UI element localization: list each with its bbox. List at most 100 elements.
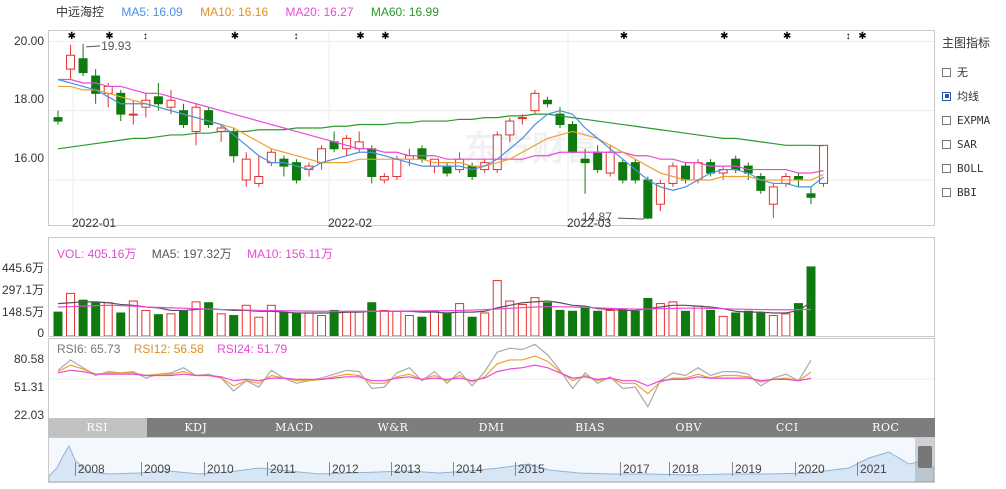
volume-bar <box>768 315 778 336</box>
candle-body <box>806 193 816 198</box>
vol-tick-1: 445.6万 <box>1 261 44 275</box>
candle-body <box>392 158 402 178</box>
stock-name: 中远海控 <box>56 5 105 19</box>
candle-body <box>241 158 251 181</box>
volume-bar <box>568 310 578 336</box>
vol-tick-4: 0 <box>37 326 44 340</box>
checkbox-none[interactable] <box>942 67 951 77</box>
candle-body <box>643 179 653 219</box>
event-marker: ✱ <box>858 31 866 42</box>
event-marker: ↕ <box>293 31 298 42</box>
checkbox-boll[interactable] <box>942 163 951 173</box>
candle-body <box>706 162 716 174</box>
candle-body <box>731 158 741 171</box>
volume-bar <box>530 297 540 336</box>
tab-bias[interactable]: BIAS <box>541 418 640 437</box>
candle-body <box>693 162 703 181</box>
indicator-none[interactable]: 无 <box>938 60 1006 84</box>
volume-bar <box>781 313 791 336</box>
year-label: 2013 <box>391 462 421 476</box>
candle-body <box>254 176 264 184</box>
ma20-line <box>58 78 824 174</box>
high-arrow <box>86 45 101 48</box>
candle-body <box>618 162 628 181</box>
candle-body <box>605 151 615 174</box>
checkbox-sar[interactable] <box>942 139 951 149</box>
volume-bar <box>166 313 176 336</box>
x-label-feb: 2022-02 <box>328 216 373 230</box>
volume-bar <box>304 312 314 336</box>
volume-bar <box>706 309 716 336</box>
volume-bar <box>756 312 766 336</box>
candle-body <box>819 144 829 184</box>
indicator-panel-title: 主图指标 <box>942 36 991 50</box>
event-marker: ✱ <box>720 31 728 42</box>
year-label: 2012 <box>329 462 359 476</box>
tab-rsi[interactable]: RSI <box>48 418 147 437</box>
event-marker: ↕ <box>846 31 851 42</box>
candle-body <box>53 117 63 122</box>
volume-bar <box>367 302 377 336</box>
volume-bar <box>605 309 615 336</box>
checkbox-ma[interactable] <box>942 91 951 101</box>
tab-dmi[interactable]: DMI <box>442 418 541 437</box>
year-label: 2018 <box>669 462 699 476</box>
indicator-sar[interactable]: SAR <box>938 132 1006 156</box>
checkbox-expma[interactable] <box>942 115 951 125</box>
tab-roc[interactable]: ROC <box>837 418 936 437</box>
candle-body <box>442 165 452 174</box>
candle-body <box>530 92 540 112</box>
candle-body <box>455 158 465 171</box>
candle-body <box>768 186 778 205</box>
volume-bar <box>555 309 565 336</box>
candlestick-chart[interactable]: 东方财富 ✱ ✱ ↕ ✱ ↕ ✱ ✱ ✱ ✱ ✱ ↕ ✱ 19.93 14.87 <box>48 30 935 226</box>
tab-wr[interactable]: W&R <box>344 418 443 437</box>
volume-svg <box>53 266 816 336</box>
checkbox-bbi[interactable] <box>942 187 951 197</box>
indicator-expma[interactable]: EXPMA <box>938 108 1006 132</box>
candle-body <box>542 99 552 105</box>
candle-body <box>492 134 502 171</box>
volume-bar <box>643 297 653 336</box>
volume-chart[interactable]: VOL: 405.16万 MA5: 197.32万 MA10: 156.11万 <box>48 237 935 337</box>
tab-obv[interactable]: OBV <box>639 418 738 437</box>
range-navigator[interactable]: 2008 2009 2010 2011 2012 2013 2014 2015 2017 2018… <box>48 437 935 483</box>
volume-bar <box>53 311 63 336</box>
volume-bar <box>517 303 527 336</box>
x-label-mar: 2022-03 <box>567 216 612 230</box>
volume-bar <box>116 312 126 336</box>
indicator-boll[interactable]: BOLL <box>938 156 1006 180</box>
volume-bar <box>580 307 590 336</box>
tab-macd[interactable]: MACD <box>245 418 344 437</box>
volume-bar <box>743 310 753 336</box>
rsi-chart[interactable]: RSI6: 65.73 RSI12: 56.58 RSI24: 51.79 <box>48 338 935 420</box>
tab-cci[interactable]: CCI <box>738 418 837 437</box>
rsi12-line <box>57 355 812 395</box>
volume-bar <box>693 305 703 336</box>
volume-bar <box>279 312 289 336</box>
candle-body <box>681 165 690 181</box>
year-label: 2017 <box>620 462 650 476</box>
volume-bar <box>455 303 465 336</box>
volume-bar <box>153 314 163 336</box>
navigator-handle-icon[interactable] <box>918 446 932 468</box>
low-arrow <box>617 217 644 220</box>
candle-body <box>191 106 201 132</box>
candle-body <box>379 176 389 181</box>
indicator-ma[interactable]: 均线 <box>938 84 1006 108</box>
rsi-tick-2: 51.31 <box>13 380 44 394</box>
ma-legend: 中远海控 MA5: 16.09 MA10: 16.16 MA20: 16.27 … <box>56 3 453 19</box>
volume-bar <box>417 316 427 336</box>
candle-body <box>593 151 603 171</box>
indicator-bbi[interactable]: BBI <box>938 180 1006 204</box>
year-label: 2009 <box>141 462 171 476</box>
candle-body <box>580 158 590 164</box>
rsi-tick-1: 80.58 <box>13 352 44 366</box>
volume-bar <box>216 313 226 336</box>
volume-bar <box>480 312 490 336</box>
volume-bar <box>354 310 364 336</box>
vol-tick-2: 297.1万 <box>1 283 44 297</box>
event-marker: ✱ <box>356 31 364 42</box>
tab-kdj[interactable]: KDJ <box>147 418 246 437</box>
year-label: 2008 <box>75 462 105 476</box>
